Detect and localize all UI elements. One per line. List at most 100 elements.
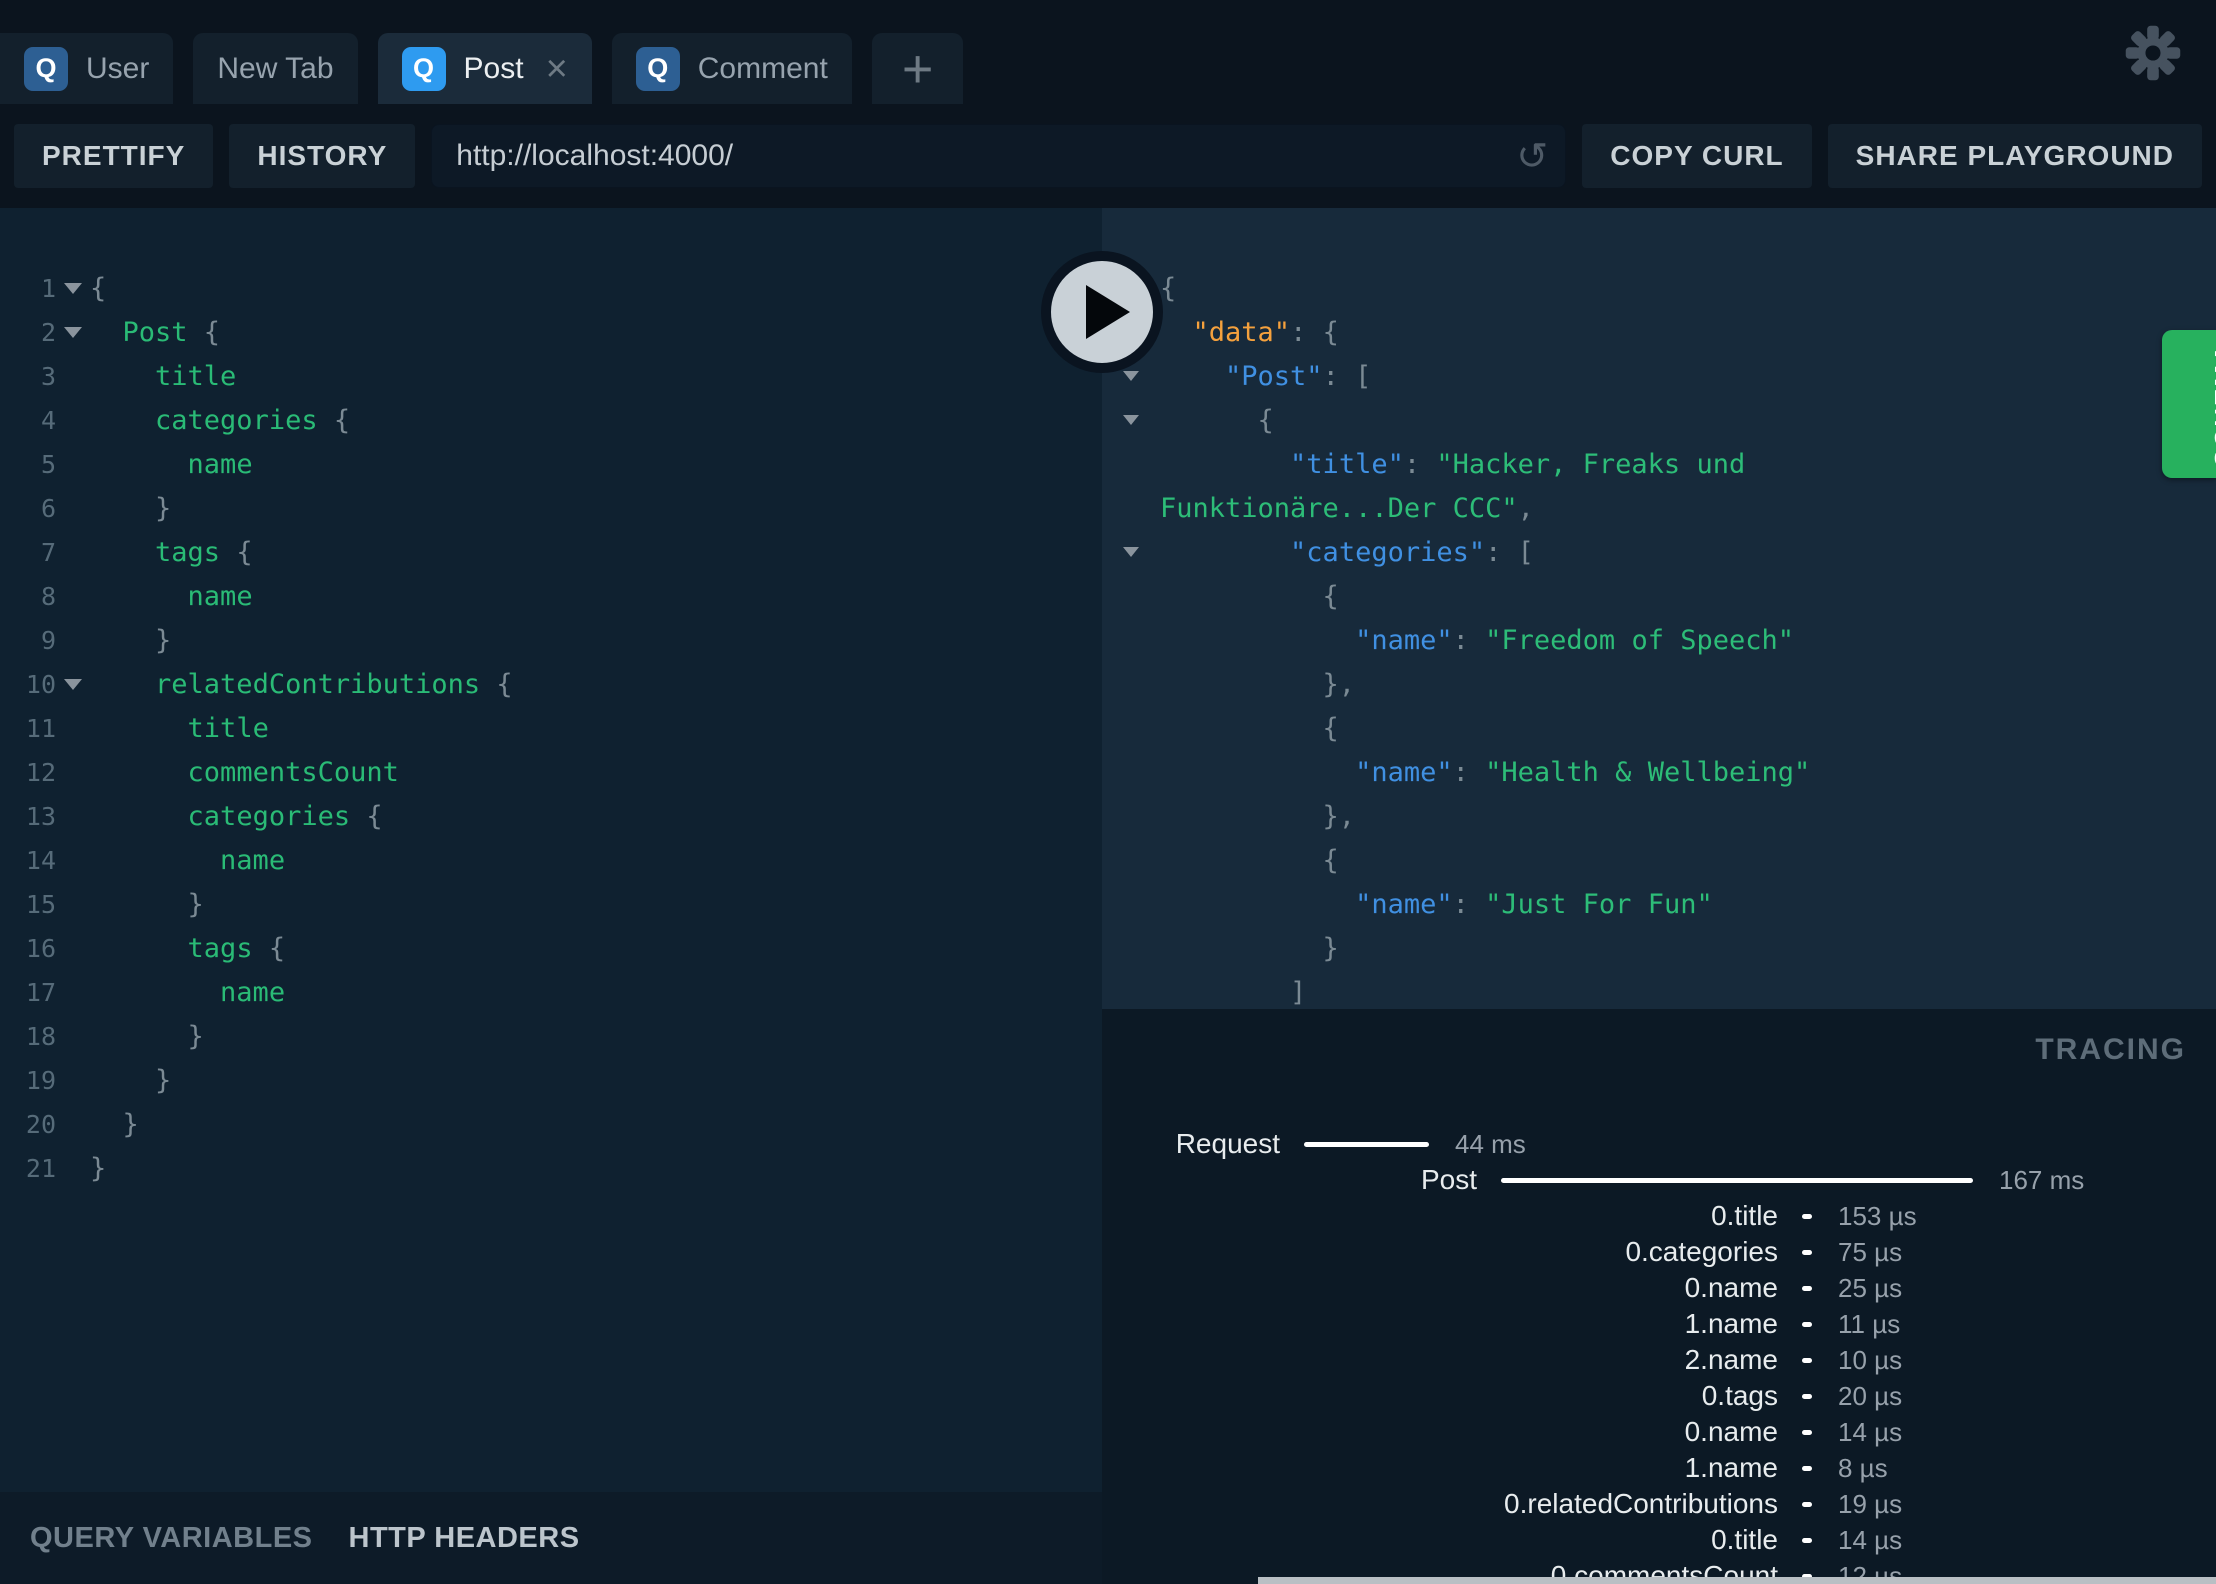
tracing-resolver-label: 0.relatedContributions: [1504, 1488, 1778, 1520]
tracing-duration-bar: [1304, 1141, 1429, 1147]
line-number: 7: [40, 537, 56, 567]
tracing-duration-bar: [1501, 1177, 1973, 1183]
tracing-resolver-label: 2.name: [1684, 1344, 1778, 1376]
line-number: 10: [25, 669, 56, 699]
code-text: name: [220, 976, 286, 1008]
tracing-duration-bar: [1802, 1501, 1812, 1507]
fold-arrow-icon[interactable]: [1123, 415, 1139, 425]
code-line: Funktionäre...Der CCC",: [1102, 486, 2216, 530]
fold-arrow-icon[interactable]: [1123, 371, 1139, 381]
code-text: title: [155, 360, 237, 392]
code-line: 6 }: [0, 486, 1102, 530]
fold-arrow-icon[interactable]: [64, 678, 82, 690]
line-number: 17: [25, 977, 56, 1007]
line-number: 2: [40, 317, 56, 347]
line-number: 5: [40, 449, 56, 479]
tracing-row: 0.title 153 µs: [1102, 1198, 2216, 1234]
code-text: {: [90, 272, 107, 304]
schema-tab[interactable]: SCHEMA: [2162, 330, 2216, 478]
plus-icon: +: [901, 38, 934, 99]
line-number: 4: [40, 405, 56, 435]
code-text: "name": "Health & Wellbeing": [1355, 756, 1811, 788]
tracing-duration-value: 11 µs: [1838, 1308, 1901, 1339]
query-badge: Q: [401, 46, 446, 91]
close-icon[interactable]: ×: [546, 50, 568, 88]
code-line: {: [1102, 266, 2216, 310]
tab-comment[interactable]: Q Comment: [611, 33, 852, 104]
code-line: 13 categories {: [0, 794, 1102, 838]
endpoint-url-input[interactable]: [431, 124, 1567, 188]
reload-icon[interactable]: ↺: [1516, 134, 1548, 178]
tracing-resolver-label: 0.title: [1711, 1200, 1778, 1232]
horizontal-scrollbar[interactable]: [1258, 1577, 2216, 1584]
code-text: "categories": [: [1290, 536, 1534, 568]
query-editor[interactable]: 1{2 Post {3 title 4 categories {5 name 6 }…: [0, 208, 1102, 1492]
code-line: 18 }: [0, 1014, 1102, 1058]
code-line: "name": "Freedom of Speech": [1102, 618, 2216, 662]
fold-gutter: [1102, 371, 1160, 381]
code-line: 8 name: [0, 574, 1102, 618]
code-line: ]: [1102, 970, 2216, 1009]
code-text: "name": "Just For Fun": [1355, 888, 1713, 920]
code-text: tags {: [187, 932, 286, 964]
tracing-duration-value: 20 µs: [1838, 1380, 1903, 1411]
code-text: "title": "Hacker, Freaks und: [1290, 448, 1746, 480]
tracing-row: 1.name 11 µs: [1102, 1306, 2216, 1342]
code-line: 3 title: [0, 354, 1102, 398]
line-number: 19: [25, 1065, 56, 1095]
code-text: ]: [1160, 976, 1307, 1008]
code-line: },: [1102, 794, 2216, 838]
tracing-row: 2.name 10 µs: [1102, 1342, 2216, 1378]
code-line: 12 commentsCount: [0, 750, 1102, 794]
line-number: 12: [25, 757, 56, 787]
code-line: 17 name: [0, 970, 1102, 1014]
code-text: }: [90, 888, 204, 920]
copy-curl-button[interactable]: COPY CURL: [1582, 124, 1812, 188]
line-number: 3: [40, 361, 56, 391]
tracing-duration-value: 153 µs: [1838, 1200, 1917, 1231]
tab-bar: Q User New Tab Q Post × Q Comment +: [0, 0, 2216, 104]
code-text: },: [1160, 800, 1356, 832]
fold-arrow-icon[interactable]: [1123, 547, 1139, 557]
tracing-row: 0.tags 20 µs: [1102, 1378, 2216, 1414]
tab-label: User: [86, 51, 150, 85]
tracing-duration-value: 167 ms: [1999, 1164, 2085, 1195]
code-line: 20 }: [0, 1102, 1102, 1146]
code-text: relatedContributions {: [155, 668, 513, 700]
code-text: categories {: [155, 404, 351, 436]
tracing-duration-value: 14 µs: [1838, 1524, 1903, 1555]
code-line: 21}: [0, 1146, 1102, 1190]
code-line: {: [1102, 574, 2216, 618]
line-number: 13: [25, 801, 56, 831]
line-number: 1: [40, 273, 56, 303]
tracing-resolver-label: Request: [1175, 1128, 1280, 1160]
code-text: {: [1160, 272, 1177, 304]
code-text: {: [1160, 712, 1339, 744]
tracing-resolver-label: Post: [1420, 1164, 1477, 1196]
tab-user[interactable]: Q User: [0, 33, 174, 104]
history-button[interactable]: HISTORY: [229, 124, 416, 188]
tracing-duration-value: 10 µs: [1838, 1344, 1903, 1375]
tab-new-tab[interactable]: New Tab: [193, 33, 358, 104]
prettify-button[interactable]: PRETTIFY: [14, 124, 214, 188]
result-pane: { "data": { "Post": [ { "title": "Hacker…: [1102, 208, 2216, 1584]
tracing-resolver-label: 0.name: [1684, 1272, 1778, 1304]
query-badge: Q: [24, 46, 68, 91]
fold-arrow-icon[interactable]: [64, 326, 82, 338]
code-line: 14 name: [0, 838, 1102, 882]
query-badge: Q: [635, 46, 680, 91]
endpoint-url-wrap: ↺: [431, 124, 1567, 188]
share-playground-button[interactable]: SHARE PLAYGROUND: [1827, 124, 2202, 188]
settings-gear-icon[interactable]: [2124, 24, 2182, 82]
code-line: {: [1102, 706, 2216, 750]
query-variables-tab[interactable]: QUERY VARIABLES: [30, 1522, 313, 1555]
tab-post[interactable]: Q Post ×: [377, 33, 592, 104]
http-headers-tab[interactable]: HTTP HEADERS: [349, 1522, 580, 1555]
code-text: commentsCount: [187, 756, 399, 788]
code-line: }: [1102, 926, 2216, 970]
fold-arrow-icon[interactable]: [64, 282, 82, 294]
execute-query-button[interactable]: [1041, 251, 1163, 373]
new-tab-button[interactable]: +: [871, 33, 964, 104]
tracing-duration-value: 14 µs: [1838, 1416, 1903, 1447]
fold-gutter: [56, 678, 90, 690]
